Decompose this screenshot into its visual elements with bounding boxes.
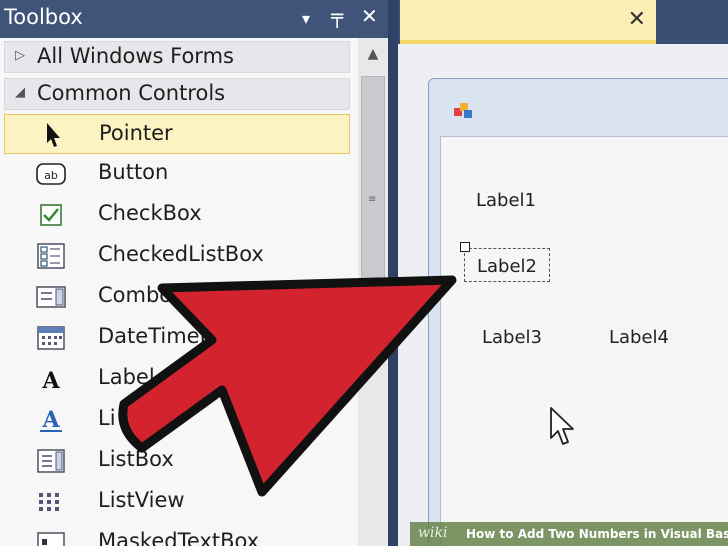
item-label: Combo [98,283,173,307]
toolbox-panel: Toolbox ▾ ╤ ✕ ▷ All Windows Forms ◢ Comm… [0,0,390,546]
expand-triangle-icon: ▷ [15,48,25,63]
form-label-2[interactable]: Label2 [477,256,537,277]
panel-divider[interactable] [388,0,398,546]
toolbox-item-button[interactable]: ab Button [4,154,350,194]
form-icon [454,103,472,118]
toolbox-item-pointer[interactable]: Pointer [4,114,350,154]
form-label-3[interactable]: Label3 [482,327,542,348]
button-icon: ab [36,163,66,185]
listview-icon [39,493,59,511]
form-label-4[interactable]: Label4 [609,327,669,348]
datetime-picker-icon [37,326,65,350]
pointer-icon [47,123,60,147]
toolbox-item-checkbox[interactable]: CheckBox [4,195,350,235]
category-common-controls[interactable]: ◢ Common Controls [4,78,350,110]
form-label-1[interactable]: Label1 [476,190,536,211]
item-label: ListView [98,488,185,512]
item-label: Button [98,160,169,184]
category-label: All Windows Forms [37,44,234,68]
svg-text:ab: ab [44,169,58,182]
toolbox-item-linklabel[interactable]: A Li [4,400,350,440]
scroll-up-icon[interactable]: ▲ [364,46,382,64]
close-icon[interactable]: ✕ [361,4,378,28]
collapse-triangle-icon: ◢ [15,85,25,100]
toolbox-item-combobox[interactable]: Combo [4,277,350,317]
item-label: Label [98,365,155,389]
combobox-icon [36,286,66,308]
resize-handle[interactable] [460,242,470,252]
toolbox-list: ▷ All Windows Forms ◢ Common Controls Po… [0,38,358,546]
toolbox-item-maskedtextbox[interactable]: MaskedTextBox [4,523,350,546]
scrollbar-thumb[interactable]: ≡ [361,76,385,306]
item-label: CheckBox [98,201,202,225]
toolbox-title: Toolbox [4,5,83,29]
toolbox-item-listview[interactable]: ListView [4,482,350,522]
toolbox-header: Toolbox ▾ ╤ ✕ [0,0,390,38]
watermark: wiki How to Add Two Numbers in Visual Ba… [410,522,728,546]
item-label: DateTimeP [98,324,213,348]
mouse-cursor-icon [550,407,574,445]
watermark-text: How to Add Two Numbers in Visual Basic [466,527,728,541]
label-icon: A [41,368,60,393]
toolbox-item-datetimepicker[interactable]: DateTimeP [4,318,350,358]
document-tab[interactable]: ✕ [400,0,656,44]
masked-textbox-icon [37,532,65,546]
toolbox-item-checkedlistbox[interactable]: CheckedListBox [4,236,350,276]
checkbox-icon [40,204,62,226]
watermark-wiki: wiki [418,525,448,541]
toolbox-item-listbox[interactable]: ListBox [4,441,350,481]
linklabel-icon: A [40,407,62,433]
svg-text:A: A [41,407,60,433]
item-label: CheckedListBox [98,242,264,266]
pin-icon[interactable]: ╤ [331,4,343,28]
category-all-windows-forms[interactable]: ▷ All Windows Forms [4,41,350,73]
grip-icon: ≡ [368,194,377,205]
toolbox-scrollbar[interactable]: ▲ ≡ [358,38,388,546]
item-label: Li [98,406,116,430]
toolbox-item-label[interactable]: A Label [4,359,350,399]
item-label: Pointer [99,121,173,145]
tab-close-icon[interactable]: ✕ [628,7,646,32]
dropdown-icon[interactable]: ▾ [302,9,310,28]
item-label: ListBox [98,447,174,471]
svg-text:A: A [41,368,60,393]
item-label: MaskedTextBox [98,529,260,546]
checked-listbox-icon [37,243,65,269]
listbox-icon [37,449,65,473]
category-label: Common Controls [37,81,226,105]
